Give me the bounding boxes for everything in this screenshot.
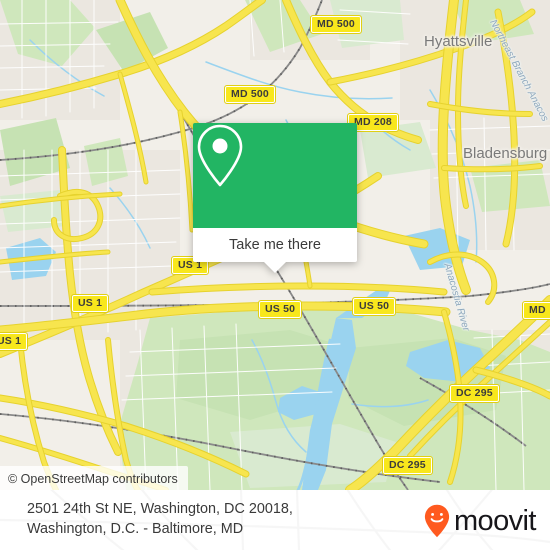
footer-bar: 2501 24th St NE, Washington, DC 20018, W… [0,490,550,550]
moovit-map-screenshot: .park{fill:#cfe7bc;} .park2{fill:#d9ead0… [0,0,550,550]
moovit-smile-pin-icon [424,504,450,538]
take-me-there-label: Take me there [229,237,321,253]
location-popup-card[interactable]: Take me there [193,123,357,273]
attribution-text: © OpenStreetMap contributors [8,472,178,486]
place-label-hyattsville: Hyattsville [424,33,493,50]
road-shield-us-50-west: US 50 [257,300,303,319]
moovit-logo[interactable]: moovit [424,504,536,538]
road-shield-us-50-east: US 50 [351,297,397,316]
map-attribution[interactable]: © OpenStreetMap contributors [0,466,188,490]
popup-header [193,123,357,228]
moovit-wordmark: moovit [454,504,536,537]
address-line-1: 2501 24th St NE, Washington, DC 20018, [27,501,293,517]
road-shield-us-1-edge: US 1 [0,332,29,351]
road-shield-dc-295-south: DC 295 [382,456,433,475]
map-pin-icon [197,124,243,187]
map-canvas[interactable]: .park{fill:#cfe7bc;} .park2{fill:#d9ead0… [0,0,550,490]
popup-pointer-tail [264,262,286,273]
road-shield-md-500-north: MD 500 [310,15,362,34]
place-label-bladensburg: Bladensburg [463,145,548,162]
take-me-there-button[interactable]: Take me there [193,228,357,262]
road-shield-md-edge: MD [522,301,550,320]
road-shield-md-500-west: MD 500 [224,85,276,104]
address-block: 2501 24th St NE, Washington, DC 20018, W… [27,499,293,539]
address-line-2: Washington, D.C. - Baltimore, MD [27,521,244,537]
road-shield-us-1-west: US 1 [70,294,110,313]
road-shield-dc-295-north: DC 295 [449,384,500,403]
